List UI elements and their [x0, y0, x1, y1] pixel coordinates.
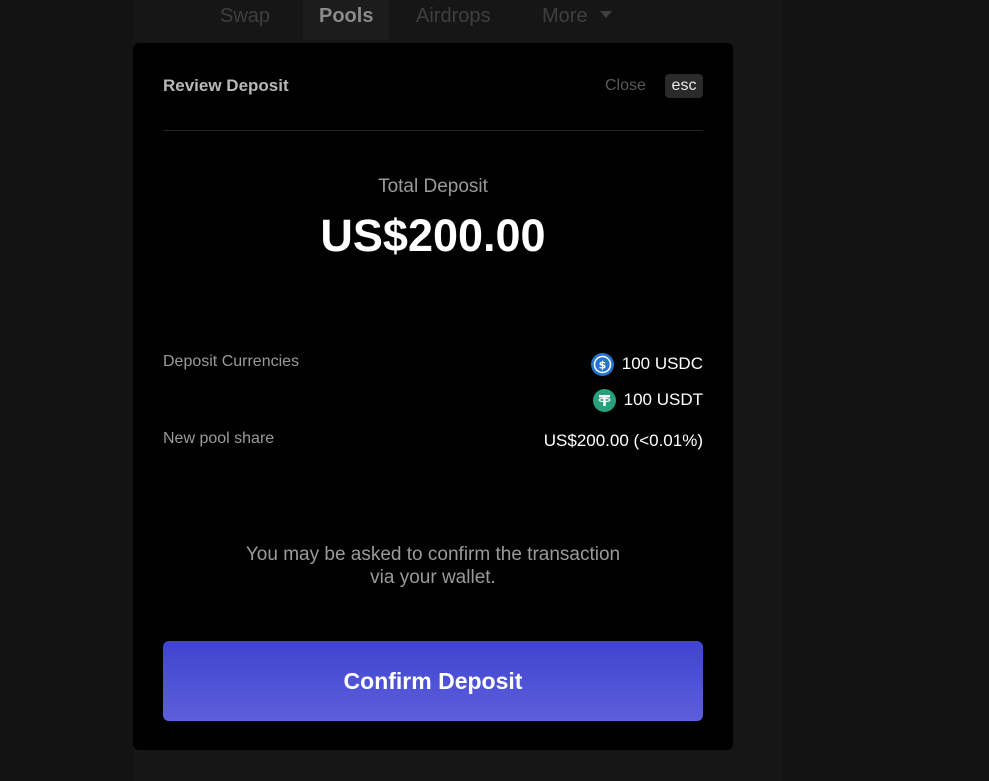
total-deposit-value: US$200.00 — [320, 210, 546, 261]
new-pool-share-value: US$200.00 (<0.01%) — [543, 431, 703, 450]
notice-line-2: via your wallet. — [370, 567, 496, 588]
usdt-amount: 100 USDT — [623, 390, 703, 409]
currency-usdc: $ 100 USDC — [590, 352, 703, 376]
currency-usdt: 100 USDT — [592, 388, 703, 412]
top-nav: Swap Pools Airdrops More — [0, 0, 989, 44]
review-deposit-modal: Review Deposit Close esc Total Deposit U… — [133, 43, 733, 750]
notice-line-1: You may be asked to confirm the transact… — [245, 544, 621, 565]
deposit-currencies-label: Deposit Currencies — [163, 353, 300, 370]
nav-swap[interactable]: Swap — [220, 4, 270, 32]
wallet-confirm-notice: You may be asked to confirm the transact… — [193, 543, 673, 589]
svg-text:$: $ — [598, 358, 606, 371]
nav-more[interactable]: More — [542, 4, 612, 32]
esc-key-badge[interactable]: esc — [665, 74, 703, 98]
confirm-deposit-button[interactable]: Confirm Deposit — [163, 641, 703, 721]
close-button[interactable]: Close — [605, 77, 646, 95]
nav-airdrops[interactable]: Airdrops — [416, 4, 490, 32]
nav-pools[interactable]: Pools — [303, 0, 390, 40]
header-divider — [163, 130, 703, 131]
usdc-icon: $ — [590, 352, 614, 376]
modal-title: Review Deposit — [163, 76, 289, 95]
new-pool-share-label: New pool share — [163, 430, 275, 447]
usdc-amount: 100 USDC — [621, 354, 703, 373]
chevron-down-icon — [599, 11, 612, 19]
total-deposit-label: Total Deposit — [378, 176, 488, 197]
usdt-icon — [592, 388, 616, 412]
nav-more-label: More — [542, 5, 588, 27]
